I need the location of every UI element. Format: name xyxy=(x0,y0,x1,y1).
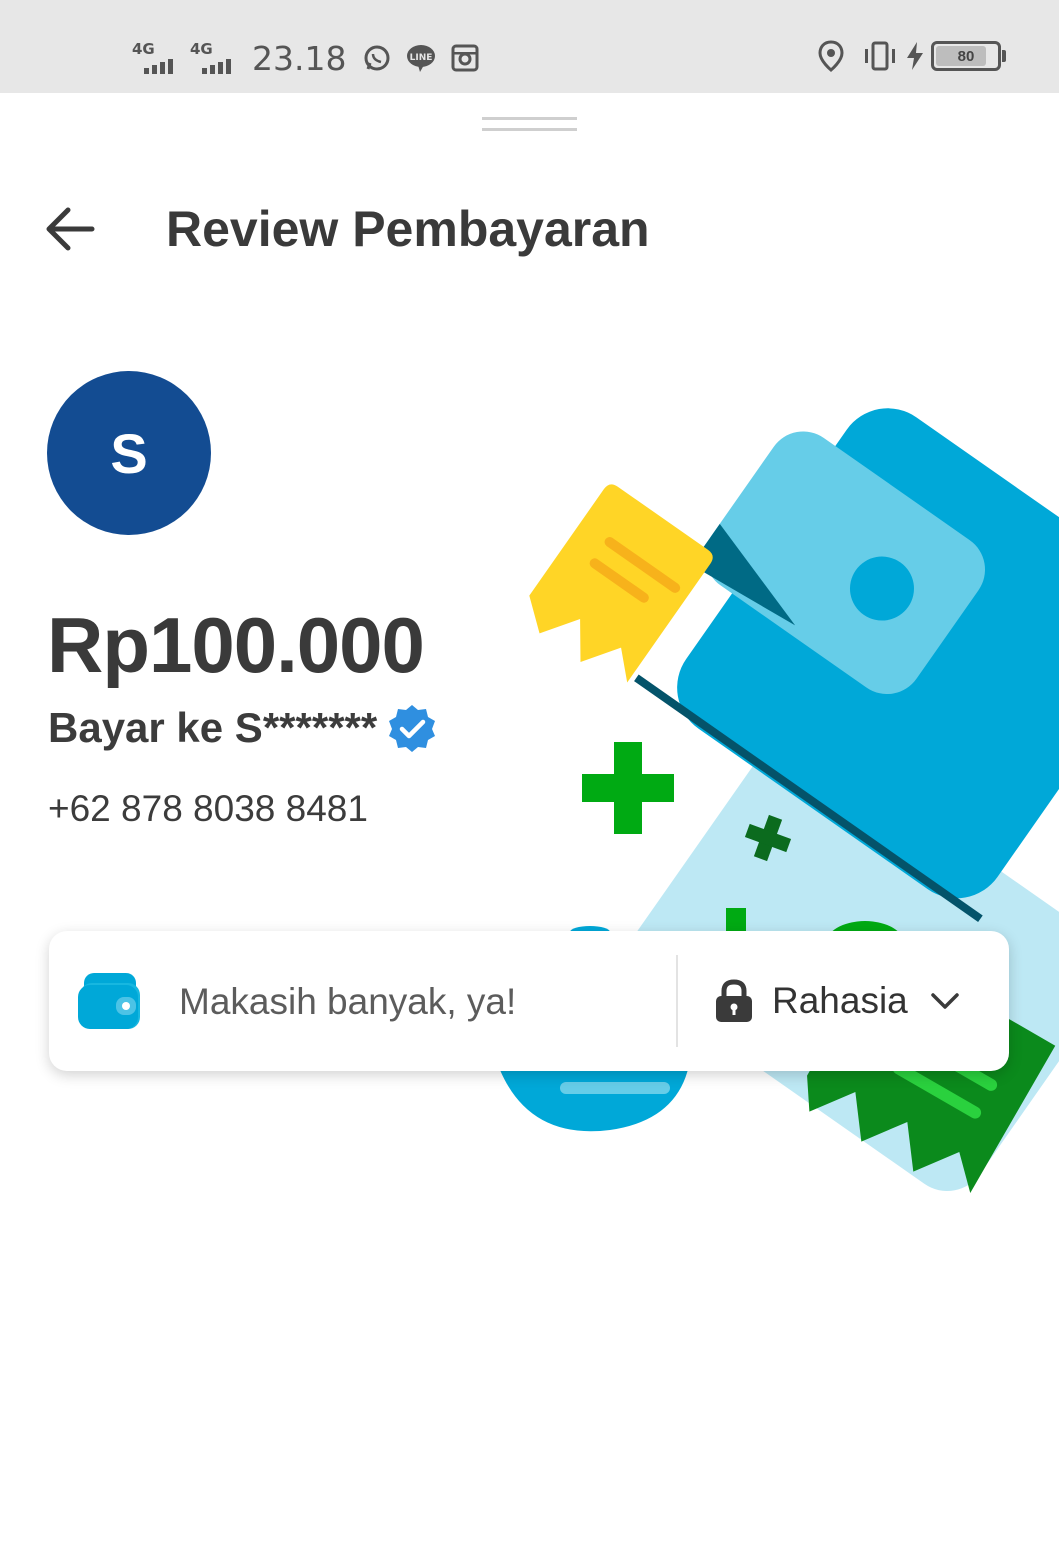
message-text[interactable]: Makasih banyak, ya! xyxy=(179,981,516,1023)
status-bar: 4G 4G 23.18 LINE 80 xyxy=(0,0,1059,93)
page-title: Review Pembayaran xyxy=(166,201,650,257)
card-divider xyxy=(676,955,678,1047)
avatar: S xyxy=(47,371,211,535)
recipient-phone: +62 878 8038 8481 xyxy=(48,788,368,829)
signal-1-icon: 4G xyxy=(132,40,184,76)
recipient-row: Bayar ke S******* xyxy=(48,703,437,753)
status-bar-right: 80 xyxy=(817,40,1006,72)
line-icon: LINE xyxy=(407,45,436,72)
charging-icon xyxy=(907,42,923,70)
recipient-name: Bayar ke S******* xyxy=(48,704,378,751)
signal-1-label: 4G xyxy=(132,40,155,58)
wallet-icon xyxy=(78,973,140,1029)
vibrate-icon xyxy=(865,41,895,71)
signal-2-label: 4G xyxy=(190,40,213,58)
wallet-illustration xyxy=(500,408,1059,1193)
verified-badge-icon xyxy=(389,705,436,752)
privacy-dropdown[interactable]: Rahasia xyxy=(714,975,960,1027)
signal-2-icon: 4G xyxy=(190,40,242,76)
location-icon xyxy=(818,40,844,72)
payment-amount: Rp100.000 xyxy=(47,601,425,689)
message-card: Makasih banyak, ya! Rahasia xyxy=(49,931,1009,1071)
lock-icon xyxy=(716,979,752,1022)
battery-level: 80 xyxy=(957,47,975,65)
chevron-down-icon xyxy=(931,993,959,1009)
privacy-label: Rahasia xyxy=(772,980,908,1021)
sheet-drag-handle[interactable] xyxy=(482,117,577,134)
status-bar-left: 4G 4G 23.18 LINE xyxy=(132,38,494,78)
arrow-left-icon[interactable] xyxy=(44,206,96,252)
instagram-icon xyxy=(451,44,479,72)
clock: 23.18 xyxy=(252,38,347,78)
battery-indicator: 80 xyxy=(931,41,1006,71)
whatsapp-icon xyxy=(364,45,390,71)
svg-text:LINE: LINE xyxy=(410,53,433,63)
